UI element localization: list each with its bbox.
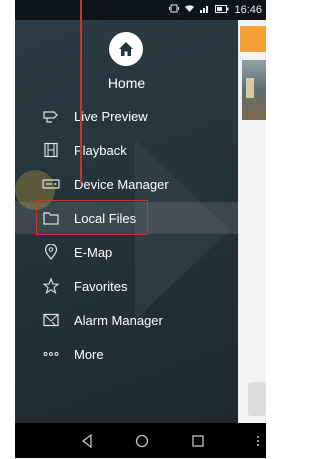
battery-icon	[215, 4, 229, 16]
camera-thumbnail	[242, 60, 266, 120]
background-screen-peek	[238, 20, 266, 423]
star-icon	[40, 278, 62, 294]
home-icon[interactable]	[109, 32, 143, 66]
more-icon	[40, 346, 62, 362]
vibrate-icon	[169, 4, 180, 16]
camera-icon	[40, 108, 62, 124]
phone-screen: 16:46 Home Live Preview Playback Device …	[15, 0, 266, 458]
alarm-icon	[40, 312, 62, 328]
film-icon	[40, 142, 62, 158]
menu-item-label: Alarm Manager	[74, 312, 163, 328]
home-circle-icon[interactable]	[132, 431, 152, 451]
menu-item-label: Favorites	[74, 278, 128, 294]
android-navigation-bar	[15, 423, 266, 458]
home-label[interactable]: Home	[15, 75, 238, 91]
back-icon[interactable]	[77, 431, 97, 451]
map-pin-icon	[40, 244, 62, 260]
menu-item-more[interactable]: More	[15, 338, 238, 370]
dvr-icon	[40, 176, 62, 192]
menu-item-label: More	[74, 346, 104, 362]
menu-item-label: Playback	[74, 142, 127, 158]
orange-tile	[240, 26, 266, 52]
status-bar: 16:46	[15, 0, 266, 20]
menu-item-label: E-Map	[74, 244, 113, 260]
menu-item-live-preview[interactable]: Live Preview	[15, 100, 238, 132]
signal-icon	[200, 4, 210, 16]
menu-item-label: Live Preview	[74, 108, 148, 124]
annotation-highlight-box	[36, 200, 148, 235]
menu-item-device-manager[interactable]: Device Manager	[15, 168, 238, 200]
floating-button[interactable]	[248, 382, 266, 416]
overflow-menu-icon[interactable]	[248, 431, 266, 451]
annotation-pointer-line	[80, 0, 82, 183]
menu-item-playback[interactable]: Playback	[15, 134, 238, 166]
navigation-drawer: Home Live Preview Playback Device Manage…	[15, 20, 238, 423]
menu-item-favorites[interactable]: Favorites	[15, 270, 238, 302]
menu-item-label: Device Manager	[74, 176, 169, 192]
menu-item-alarm-manager[interactable]: Alarm Manager	[15, 304, 238, 336]
wifi-icon	[184, 4, 195, 16]
menu-item-e-map[interactable]: E-Map	[15, 236, 238, 268]
status-time: 16:46	[234, 4, 262, 16]
recent-apps-icon[interactable]	[188, 431, 208, 451]
